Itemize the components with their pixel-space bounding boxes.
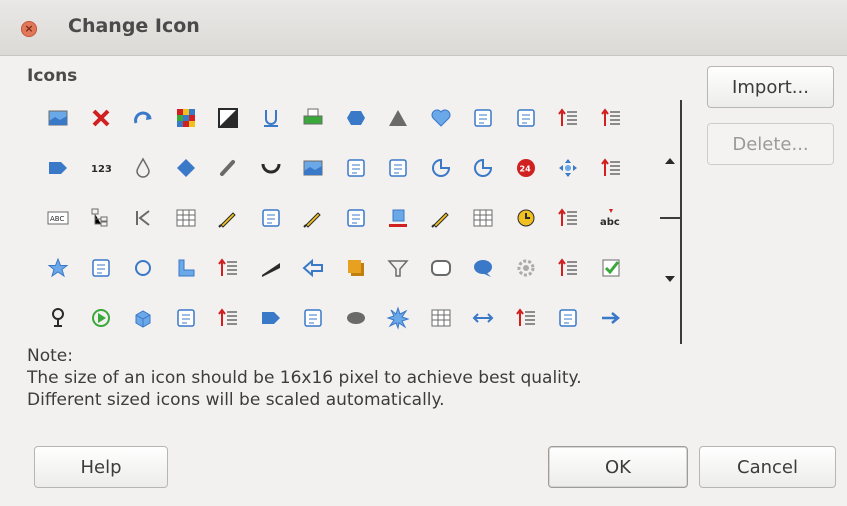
slanted-bar-icon[interactable] (253, 250, 289, 286)
pencil-edit-icon[interactable] (295, 200, 331, 236)
import-button[interactable]: Import... (707, 66, 834, 108)
svg-text:123: 123 (91, 164, 112, 175)
form-controls-icon[interactable] (465, 200, 501, 236)
scrollbar-track (680, 100, 682, 344)
filter-funnel-icon[interactable] (380, 250, 416, 286)
droplet-icon[interactable] (125, 150, 161, 186)
note-text: Note: The size of an icon should be 16x1… (27, 345, 582, 411)
abc-field-icon[interactable]: ABC (40, 200, 76, 236)
right-arrow-icon[interactable] (593, 300, 629, 336)
pentagon-shape-icon[interactable] (253, 300, 289, 336)
dialog-title: Change Icon (68, 15, 200, 37)
close-button[interactable]: × (21, 21, 37, 37)
icon-scrollbar[interactable] (660, 100, 682, 344)
list-align-icon[interactable] (550, 200, 586, 236)
image-icon[interactable] (40, 100, 76, 136)
hexagon-icon[interactable] (338, 100, 374, 136)
redo-arc-icon[interactable] (125, 100, 161, 136)
tree-structure-icon[interactable] (83, 200, 119, 236)
scroll-up-icon[interactable] (665, 158, 675, 164)
title-bar: × Change Icon (0, 0, 847, 56)
back-arrow-icon[interactable] (295, 250, 331, 286)
clock-icon[interactable] (508, 200, 544, 236)
promote-list-icon[interactable] (593, 100, 629, 136)
svg-text:abc: abc (600, 217, 620, 228)
note-line-1: The size of an icon should be 16x16 pixe… (27, 368, 582, 388)
ok-button[interactable]: OK (548, 446, 688, 488)
shapes-icon[interactable] (338, 150, 374, 186)
image-frame-icon[interactable] (295, 150, 331, 186)
paint-brush-icon[interactable] (210, 200, 246, 236)
pointer-page-icon[interactable] (253, 200, 289, 236)
tab-order-icon[interactable] (210, 300, 246, 336)
heart-icon[interactable] (423, 100, 459, 136)
move-arrows-icon[interactable] (550, 150, 586, 186)
close-icon: × (24, 22, 34, 35)
play-circle-icon[interactable] (83, 300, 119, 336)
gear-icon[interactable] (508, 250, 544, 286)
note-heading: Note: (27, 346, 73, 366)
circle-icon[interactable] (125, 250, 161, 286)
checklist-icon[interactable] (550, 250, 586, 286)
promote-items-icon[interactable] (508, 300, 544, 336)
chart-up-icon[interactable] (423, 150, 459, 186)
scroll-down-icon[interactable] (665, 276, 675, 282)
delete-pin-icon[interactable] (83, 250, 119, 286)
bezier-pen-icon[interactable] (423, 200, 459, 236)
diamond-icon[interactable] (168, 150, 204, 186)
document-edit-icon[interactable] (380, 150, 416, 186)
numbered-list-icon[interactable] (210, 250, 246, 286)
explosion-icon[interactable] (380, 300, 416, 336)
cancel-button[interactable]: Cancel (699, 446, 836, 488)
pin-stand-icon[interactable] (40, 300, 76, 336)
double-arrow-icon[interactable] (465, 300, 501, 336)
table-grid-icon[interactable] (168, 200, 204, 236)
triangle-icon[interactable] (380, 100, 416, 136)
calendar-24-icon[interactable]: 24 (508, 150, 544, 186)
scrollbar-divider (660, 217, 682, 219)
rounded-rect-icon[interactable] (423, 250, 459, 286)
scissors-points-icon[interactable] (338, 200, 374, 236)
ellipse-icon[interactable] (338, 300, 374, 336)
speech-bubble-icon[interactable] (465, 250, 501, 286)
svg-text:24: 24 (519, 165, 531, 174)
star-icon[interactable] (40, 250, 76, 286)
list-sort-icon[interactable] (593, 150, 629, 186)
form-list-icon[interactable] (550, 100, 586, 136)
pentagon-arrow-icon[interactable] (40, 150, 76, 186)
paste-special-icon[interactable] (465, 100, 501, 136)
spellcheck-abc-icon[interactable]: abc (593, 200, 629, 236)
pie-segment-icon[interactable] (465, 150, 501, 186)
help-button[interactable]: Help (34, 446, 168, 488)
corner-shape-icon[interactable] (168, 250, 204, 286)
frame-layers-icon[interactable] (168, 300, 204, 336)
form-grid-icon[interactable] (423, 300, 459, 336)
new-note-icon[interactable] (593, 250, 629, 286)
printer-icon[interactable] (295, 100, 331, 136)
first-record-icon[interactable] (125, 200, 161, 236)
paperclip-icon[interactable] (210, 150, 246, 186)
square-shadow-icon[interactable] (338, 250, 374, 286)
numeric-123-icon[interactable]: 123 (83, 150, 119, 186)
icon-grid: 123 24 ABC abc (40, 100, 652, 350)
arc-icon[interactable] (253, 150, 289, 186)
color-grid-icon[interactable] (168, 100, 204, 136)
dial-settings-icon[interactable] (550, 300, 586, 336)
svg-text:ABC: ABC (50, 215, 64, 223)
highlight-red-icon[interactable] (380, 200, 416, 236)
refresh-browser-icon[interactable] (508, 100, 544, 136)
cube-icon[interactable] (125, 300, 161, 336)
note-line-2: Different sized icons will be scaled aut… (27, 390, 445, 410)
delete-x-icon[interactable] (83, 100, 119, 136)
contrast-frame-icon[interactable] (210, 100, 246, 136)
underline-icon[interactable] (253, 100, 289, 136)
delete-button[interactable]: Delete... (707, 123, 834, 165)
icons-label: Icons (27, 66, 78, 86)
text-scale-icon[interactable] (295, 300, 331, 336)
